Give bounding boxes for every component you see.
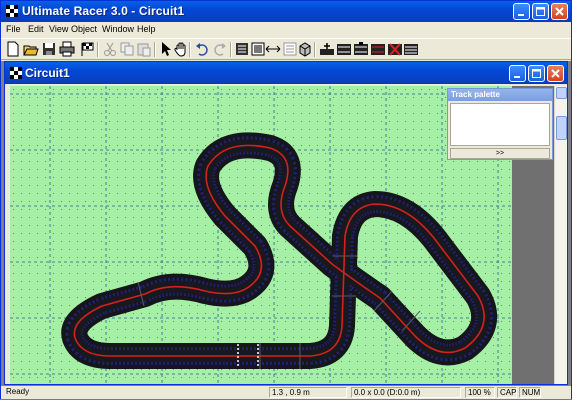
list-icon xyxy=(283,42,297,56)
flag-icon xyxy=(81,42,94,56)
app-icon xyxy=(6,5,18,17)
cut-icon xyxy=(104,42,116,56)
paste-icon xyxy=(137,43,151,57)
minimize-icon xyxy=(518,14,524,16)
menu-help[interactable]: Help xyxy=(137,24,156,34)
track-palette-list[interactable] xyxy=(450,103,550,146)
document-title: Circuit1 xyxy=(25,66,70,80)
cut-button[interactable] xyxy=(102,41,118,57)
circuit-canvas[interactable] xyxy=(10,86,512,384)
print-icon xyxy=(59,41,75,57)
new-file-button[interactable] xyxy=(5,41,21,57)
window-title: Ultimate Racer 3.0 - Circuit1 xyxy=(22,4,185,18)
paste-button[interactable] xyxy=(136,41,152,57)
open-button[interactable] xyxy=(23,41,39,57)
doc-maximize-button[interactable] xyxy=(528,65,545,82)
close-icon xyxy=(555,7,564,16)
delete-track-icon xyxy=(388,43,402,56)
snap-button[interactable] xyxy=(250,41,266,57)
vertical-scrollbar[interactable] xyxy=(554,86,567,384)
menu-edit[interactable]: Edit xyxy=(28,24,44,34)
undo-button[interactable] xyxy=(194,41,210,57)
track-layout-drawing xyxy=(10,86,512,384)
circuit-doc-icon xyxy=(10,67,22,79)
maximize-icon xyxy=(536,7,545,16)
track-palette-window[interactable]: Track palette >> xyxy=(447,88,553,160)
maximize-icon xyxy=(532,69,541,78)
minimize-button[interactable] xyxy=(513,3,530,20)
print-button[interactable] xyxy=(59,41,75,57)
status-caps-lock: CAP xyxy=(497,387,517,398)
track-palette-title[interactable]: Track palette xyxy=(448,89,552,101)
hand-icon xyxy=(174,42,186,57)
add-track-icon xyxy=(320,43,334,55)
add-track-button[interactable] xyxy=(319,41,335,57)
menu-object[interactable]: Object xyxy=(71,24,97,34)
open-folder-icon xyxy=(23,45,39,56)
doc-minimize-button[interactable] xyxy=(509,65,526,82)
copy-icon xyxy=(120,42,134,56)
menu-bar: File Edit View Object Window Help xyxy=(1,22,571,38)
status-bar: Ready 1.3 , 0.9 m 0.0 x 0.0 (D:0.0 m) 10… xyxy=(1,386,571,399)
select-tool-button[interactable] xyxy=(158,41,174,57)
grid-button[interactable] xyxy=(234,41,250,57)
close-icon xyxy=(551,69,560,78)
grid-icon xyxy=(236,43,248,55)
status-zoom: 100 % xyxy=(465,387,495,398)
redo-button[interactable] xyxy=(212,41,228,57)
doc-close-button[interactable] xyxy=(547,65,564,82)
copy-button[interactable] xyxy=(119,41,135,57)
snap-icon xyxy=(251,42,265,56)
menu-window[interactable]: Window xyxy=(102,24,134,34)
title-bar[interactable]: Ultimate Racer 3.0 - Circuit1 xyxy=(1,1,571,22)
redo-icon xyxy=(214,43,226,56)
status-position: 1.3 , 0.9 m xyxy=(269,387,347,398)
save-icon xyxy=(43,43,55,55)
track-piece-a-button[interactable] xyxy=(336,41,352,57)
document-title-bar[interactable]: Circuit1 xyxy=(5,62,567,84)
toolbar xyxy=(1,38,571,60)
list-button[interactable] xyxy=(282,41,298,57)
track-piece-b-button[interactable] xyxy=(353,41,369,57)
delete-track-button[interactable] xyxy=(387,41,403,57)
minimize-icon xyxy=(514,76,520,78)
track-piece-c-button[interactable] xyxy=(370,41,386,57)
scroll-thumb[interactable] xyxy=(556,116,567,140)
track-b-icon xyxy=(354,42,368,55)
status-num-lock: NUM xyxy=(519,387,541,398)
new-file-icon xyxy=(7,41,19,57)
main-window: Ultimate Racer 3.0 - Circuit1 File Edit … xyxy=(0,0,572,399)
close-button[interactable] xyxy=(551,3,568,20)
undo-icon xyxy=(196,43,208,56)
cube-button[interactable] xyxy=(297,41,313,57)
flip-button[interactable] xyxy=(265,41,281,57)
menu-file[interactable]: File xyxy=(6,24,21,34)
track-c-icon xyxy=(371,44,385,55)
track-piece-d-button[interactable] xyxy=(403,41,419,57)
menu-view[interactable]: View xyxy=(49,24,68,34)
scroll-up-arrow[interactable] xyxy=(556,87,567,99)
flip-icon xyxy=(265,45,281,53)
pan-tool-button[interactable] xyxy=(173,41,189,57)
maximize-button[interactable] xyxy=(532,3,549,20)
status-size: 0.0 x 0.0 (D:0.0 m) xyxy=(351,387,461,398)
track-a-icon xyxy=(337,44,351,55)
track-d-icon xyxy=(404,44,418,55)
status-message: Ready xyxy=(6,387,30,396)
race-flag-button[interactable] xyxy=(79,41,95,57)
cube-icon xyxy=(299,42,311,57)
palette-next-button[interactable]: >> xyxy=(450,148,550,159)
pointer-icon xyxy=(162,42,171,56)
save-button[interactable] xyxy=(41,41,57,57)
